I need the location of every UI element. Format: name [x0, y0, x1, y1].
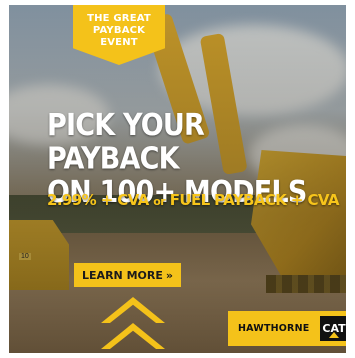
offer-part1: 2.99% + CVA [47, 191, 154, 209]
event-title: THE GREAT PAYBACK EVENT [73, 13, 165, 49]
event-title-line2: PAYBACK EVENT [92, 25, 146, 48]
learn-more-label: LEARN MORE [82, 268, 163, 282]
learn-more-button[interactable]: LEARN MORE » [74, 263, 181, 287]
headline-line1: PICK YOUR PAYBACK [47, 107, 205, 177]
dealer-name: HAWTHORNE [238, 323, 310, 334]
event-title-line1: THE GREAT [87, 13, 151, 24]
triangle-icon [329, 332, 339, 338]
offer-part3: FUEL PAYBACK + CVA [165, 191, 340, 209]
offer-or: or [153, 195, 166, 208]
double-chevron-right-icon: » [165, 268, 173, 282]
cat-logo: CAT [320, 316, 346, 341]
dealer-badge[interactable]: HAWTHORNE CAT [228, 311, 346, 346]
offer-subline: 2.99% + CVA or FUEL PAYBACK + CVA [47, 191, 346, 209]
banner-ad[interactable]: 10 THE GREAT PAYBACK EVENT PICK YOUR PAY… [9, 5, 346, 353]
